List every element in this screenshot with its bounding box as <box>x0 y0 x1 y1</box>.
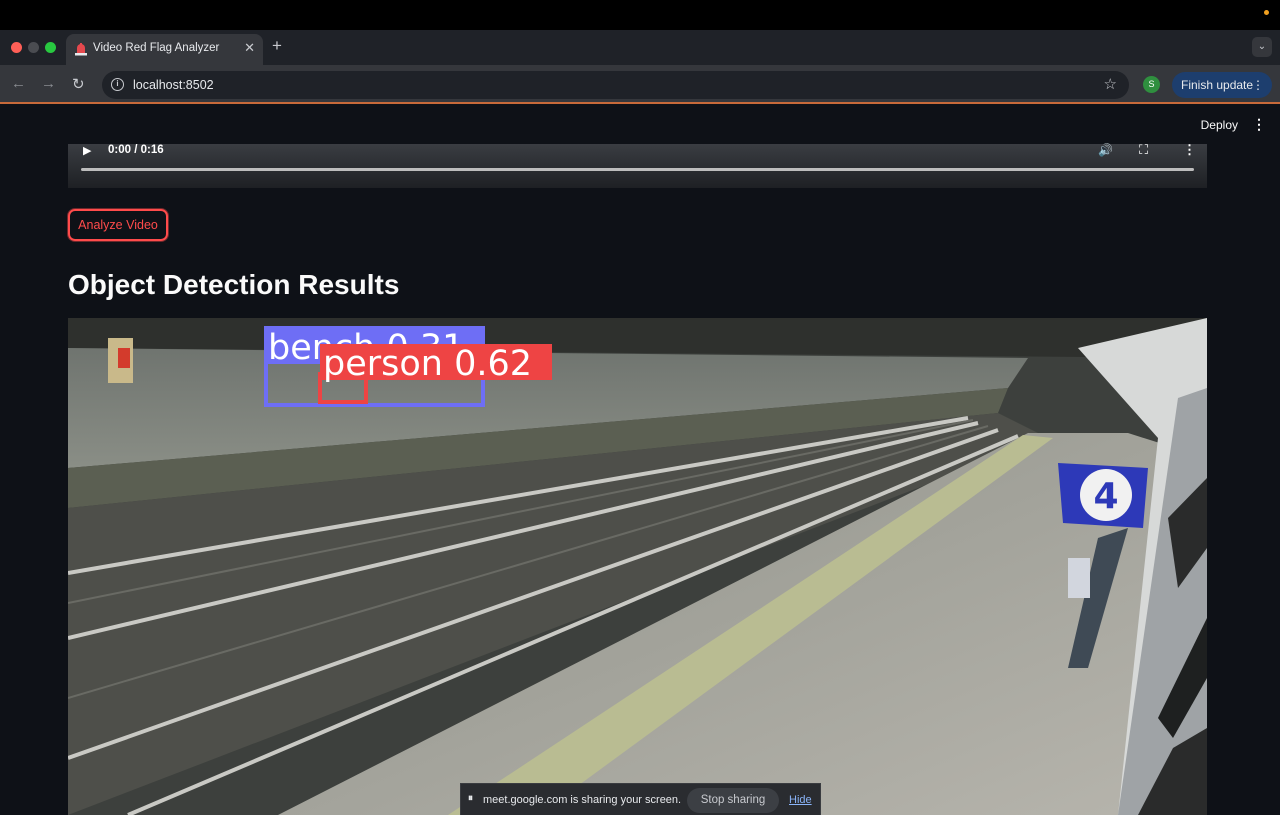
stop-sharing-button[interactable]: Stop sharing <box>687 788 779 813</box>
app-menu-icon[interactable]: ⋮ <box>1252 116 1266 133</box>
person-detection-label: person 0.62 <box>323 344 532 384</box>
window-maximize-button[interactable] <box>45 42 56 53</box>
app-header: Deploy ⋮ <box>0 106 1280 144</box>
tab-close-icon[interactable]: ✕ <box>244 40 255 56</box>
window-close-button[interactable] <box>11 42 22 53</box>
reload-icon[interactable]: ↻ <box>72 75 85 93</box>
url-text[interactable]: localhost:8502 <box>133 78 214 92</box>
deploy-button[interactable]: Deploy <box>1201 118 1238 132</box>
fullscreen-icon[interactable]: ⛶ <box>1139 142 1148 158</box>
forward-arrow-icon[interactable]: → <box>41 75 56 92</box>
video-progress-track[interactable] <box>81 168 1194 171</box>
finish-update-button[interactable]: Finish update ⋮ <box>1172 72 1272 98</box>
video-player[interactable]: ▶ 0:00 / 0:16 🔊 ⛶ ⋮ <box>68 142 1207 188</box>
new-tab-button[interactable]: + <box>272 36 282 56</box>
window-minimize-button[interactable] <box>28 42 39 53</box>
recording-indicator-icon <box>1264 10 1269 15</box>
tab-title: Video Red Flag Analyzer <box>93 42 220 54</box>
screen-share-banner: ⏸ meet.google.com is sharing your screen… <box>460 783 821 815</box>
video-more-icon[interactable]: ⋮ <box>1183 142 1196 158</box>
profile-avatar[interactable]: S <box>1143 76 1160 93</box>
page-title: Object Detection Results <box>68 269 400 300</box>
tab-search-button[interactable]: ⌄ <box>1252 37 1272 57</box>
browser-menu-icon[interactable]: ⋮ <box>1252 72 1264 98</box>
siren-icon <box>75 43 87 56</box>
browser-tab[interactable]: Video Red Flag Analyzer ✕ <box>66 34 263 65</box>
site-info-icon[interactable]: i <box>111 78 124 91</box>
finish-update-label: Finish update <box>1181 78 1254 92</box>
app-main: Deploy ⋮ ▶ 0:00 / 0:16 🔊 ⛶ ⋮ Analyze Vid… <box>0 106 1280 815</box>
video-time: 0:00 / 0:16 <box>108 144 164 156</box>
share-message: meet.google.com is sharing your screen. <box>483 794 682 806</box>
railway-platform-scene: 4 bench 0.31 person 0.62 <box>68 318 1207 815</box>
hide-link[interactable]: Hide <box>789 794 812 806</box>
analyze-video-button[interactable]: Analyze Video <box>68 209 168 241</box>
back-arrow-icon[interactable]: ← <box>11 75 26 92</box>
play-icon[interactable]: ▶ <box>83 144 91 157</box>
volume-icon[interactable]: 🔊 <box>1098 143 1113 157</box>
address-bar[interactable]: i localhost:8502 ☆ <box>102 71 1129 99</box>
pause-icon: ⏸ <box>468 793 473 804</box>
browser-toolbar: ← → ↻ i localhost:8502 ☆ S Finish update… <box>0 65 1280 104</box>
os-menu-bar <box>0 0 1280 30</box>
platform-sign-number: 4 <box>1093 476 1118 517</box>
browser-tab-strip: Video Red Flag Analyzer ✕ + ⌄ <box>0 30 1280 65</box>
bookmark-star-icon[interactable]: ☆ <box>1104 75 1117 93</box>
detection-result-image: 4 bench 0.31 person 0.62 <box>68 318 1207 815</box>
